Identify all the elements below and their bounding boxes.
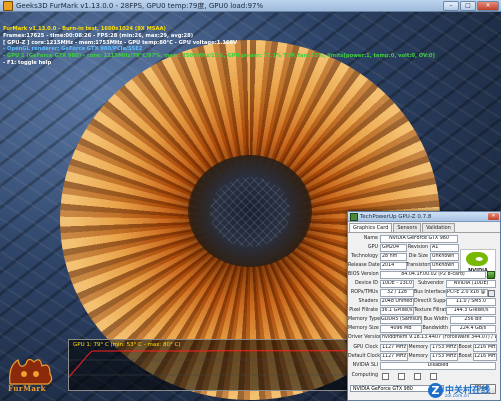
pixel-fillrate-label: Pixel Fillrate xyxy=(349,308,378,313)
memory-type-label: Memory Type xyxy=(348,317,381,322)
gpu-temperature-graph: GPU 1: 79° C (min: 53° C - max: 80° C) xyxy=(68,339,348,391)
memory-type-field: GDDR5 (Samsung) xyxy=(380,316,422,324)
boost-clock-label: Boost xyxy=(458,345,472,350)
tab-sensors[interactable]: Sensors xyxy=(393,223,422,232)
minimize-button[interactable]: – xyxy=(443,1,459,11)
texture-fillrate-label: Texture Fillrate xyxy=(414,308,450,313)
gpu-field: GM204 xyxy=(380,244,407,252)
bios-field: 84.04.1F.00.02 (P2 8-card) xyxy=(380,271,486,279)
bandwidth-field: 224.4 GB/s xyxy=(450,325,496,333)
osd-line: [ GPU-Z ] core:1215MHz - mem:1753MHz - G… xyxy=(3,39,238,46)
sli-field: Disabled xyxy=(380,362,496,370)
default-memory-label: Memory xyxy=(408,354,428,359)
maximize-button[interactable]: □ xyxy=(460,1,476,11)
sli-label: NVIDIA SLI xyxy=(352,363,378,368)
memory-clock-label: Memory xyxy=(408,345,428,350)
rops-label: ROPs/TMUs xyxy=(350,290,378,295)
furmark-logo-icon xyxy=(9,358,53,385)
osd-line: FurMark v1.13.0.0 - Burn-in test, 1600x1… xyxy=(3,26,166,32)
window-controls: – □ ✕ xyxy=(443,1,499,11)
gpuz-close-button[interactable]: ✕ xyxy=(488,213,499,220)
gpuz-title: TechPowerUp GPU-Z 0.7.8 xyxy=(360,213,432,220)
tab-validation[interactable]: Validation xyxy=(422,223,455,232)
furmark-title: Geeks3D FurMark v1.13.0.0 - 28FPS, GPU0 … xyxy=(16,1,264,10)
osd-line: - OpenGL renderer: GeForce GTX 980/PCIe/… xyxy=(3,46,143,53)
gpu-clock-field: 1127 MHz xyxy=(380,344,408,352)
gpu-clock-label: GPU Clock xyxy=(353,345,378,350)
osd-line: Frames:17625 - time:00:08:26 - FPS:28 (m… xyxy=(3,32,194,39)
texture-fillrate-field: 144.3 GTexel/s xyxy=(446,307,496,315)
close-button[interactable]: ✕ xyxy=(477,1,499,11)
card-select-value: NVIDIA GeForce GTX 980 xyxy=(353,387,413,392)
gpu-label: GPU xyxy=(367,245,378,250)
bus-width-field: 256 Bit xyxy=(450,316,496,324)
name-field: NVIDIA GeForce GTX 980 xyxy=(380,235,458,243)
bus-width-label: Bus Width xyxy=(423,317,448,322)
revision-label: Revision xyxy=(407,245,428,250)
tab-graphics-card[interactable]: Graphics Card xyxy=(349,223,393,232)
driver-version-field: nvlddmkm 9.18.13.4407 (ForceWare 344.07)… xyxy=(380,334,497,342)
shaders-label: Shaders xyxy=(358,299,379,304)
technology-label: Technology xyxy=(351,254,378,259)
bus-render-test-icon[interactable] xyxy=(488,290,495,297)
default-clock-field: 1127 MHz xyxy=(380,353,408,361)
directx-label: DirectX Support xyxy=(414,299,453,304)
default-clock-label: Default Clock xyxy=(348,354,381,359)
boost-clock-field: 1216 MHz xyxy=(473,344,497,352)
bandwidth-label: Bandwidth xyxy=(422,326,448,331)
default-boost-label: Boost xyxy=(458,354,472,359)
device-id-label: Device ID xyxy=(354,281,378,286)
memory-size-field: 4096 MB xyxy=(380,325,422,333)
bus-interface-label: Bus Interface xyxy=(414,290,446,295)
pixel-fillrate-field: 36.1 GPixel/s xyxy=(380,307,414,315)
opencl-checkbox[interactable] xyxy=(382,373,389,380)
physx-checkbox[interactable] xyxy=(414,373,421,380)
cuda-checkbox[interactable] xyxy=(398,373,405,380)
release-date-field: 2014 xyxy=(380,262,407,270)
directx-field: 11.0 / SM5.0 xyxy=(446,298,496,306)
zol-watermark-url: zol.com.cn xyxy=(445,394,470,399)
center-tile-grid xyxy=(210,177,290,247)
bus-interface-field: PCI-E 2.0 x16 @ x16 2.0 xyxy=(446,289,488,297)
driver-version-label: Driver Version xyxy=(348,335,382,340)
revision-field: A1 xyxy=(430,244,459,252)
gpuz-window: TechPowerUp GPU-Z 0.7.8 ✕ Graphics Card … xyxy=(347,211,501,401)
furmark-app-icon xyxy=(3,0,13,11)
memory-size-label: Memory Size xyxy=(348,326,379,331)
memory-clock-field: 1753 MHz xyxy=(430,344,458,352)
die-size-label: Die Size xyxy=(408,254,428,259)
gpuz-app-icon xyxy=(350,212,358,221)
default-boost-field: 1216 MHz xyxy=(473,353,497,361)
furmark-titlebar[interactable]: Geeks3D FurMark v1.13.0.0 - 28FPS, GPU0 … xyxy=(0,0,501,12)
osd-line: - F1: toggle help xyxy=(3,59,52,66)
furmark-osd: FurMark v1.13.0.0 - Burn-in test, 1600x1… xyxy=(3,26,435,67)
subvendor-label: Subvendor xyxy=(418,281,444,286)
shaders-field: 2048 Unified xyxy=(380,298,414,306)
directcompute-checkbox[interactable] xyxy=(430,373,437,380)
nvidia-eye-icon xyxy=(466,252,488,266)
gpuz-graphics-card-panel: NVIDIA Name NVIDIA GeForce GTX 980 GPU G… xyxy=(348,233,500,394)
name-label: Name xyxy=(363,236,378,241)
computing-label: Computing xyxy=(351,373,378,378)
zol-watermark: Z 中关村在线 zol.com.cn xyxy=(428,383,500,400)
bios-label: BIOS Version xyxy=(348,272,379,277)
rops-field: 32 / 128 xyxy=(380,289,414,297)
release-date-label: Release Date xyxy=(348,263,380,268)
furmark-logo-text: FurMark xyxy=(8,384,46,393)
subvendor-field: NVIDIA (10DE) xyxy=(446,280,496,288)
bios-save-icon[interactable] xyxy=(487,271,495,279)
temperature-graph-label: GPU 1: 79° C (min: 53° C - max: 80° C) xyxy=(73,342,181,348)
die-size-field: Unknown xyxy=(430,253,459,261)
gpuz-tabs: Graphics Card Sensors Validation xyxy=(348,223,500,233)
technology-field: 28 nm xyxy=(380,253,407,261)
default-memory-field: 1753 MHz xyxy=(430,353,458,361)
gpuz-titlebar[interactable]: TechPowerUp GPU-Z 0.7.8 ✕ xyxy=(348,212,500,222)
transistors-label: Transistors xyxy=(406,263,432,268)
transistors-field: Unknown xyxy=(430,262,459,270)
osd-line: - GPU 1 (GeForce GTX 980) - core: 1215MH… xyxy=(3,53,435,60)
zol-logo-icon: Z xyxy=(428,383,443,398)
device-id-field: 10DE - 13C0 xyxy=(380,280,414,288)
temperature-curve xyxy=(69,350,347,378)
furmark-logo: FurMark xyxy=(4,354,58,401)
